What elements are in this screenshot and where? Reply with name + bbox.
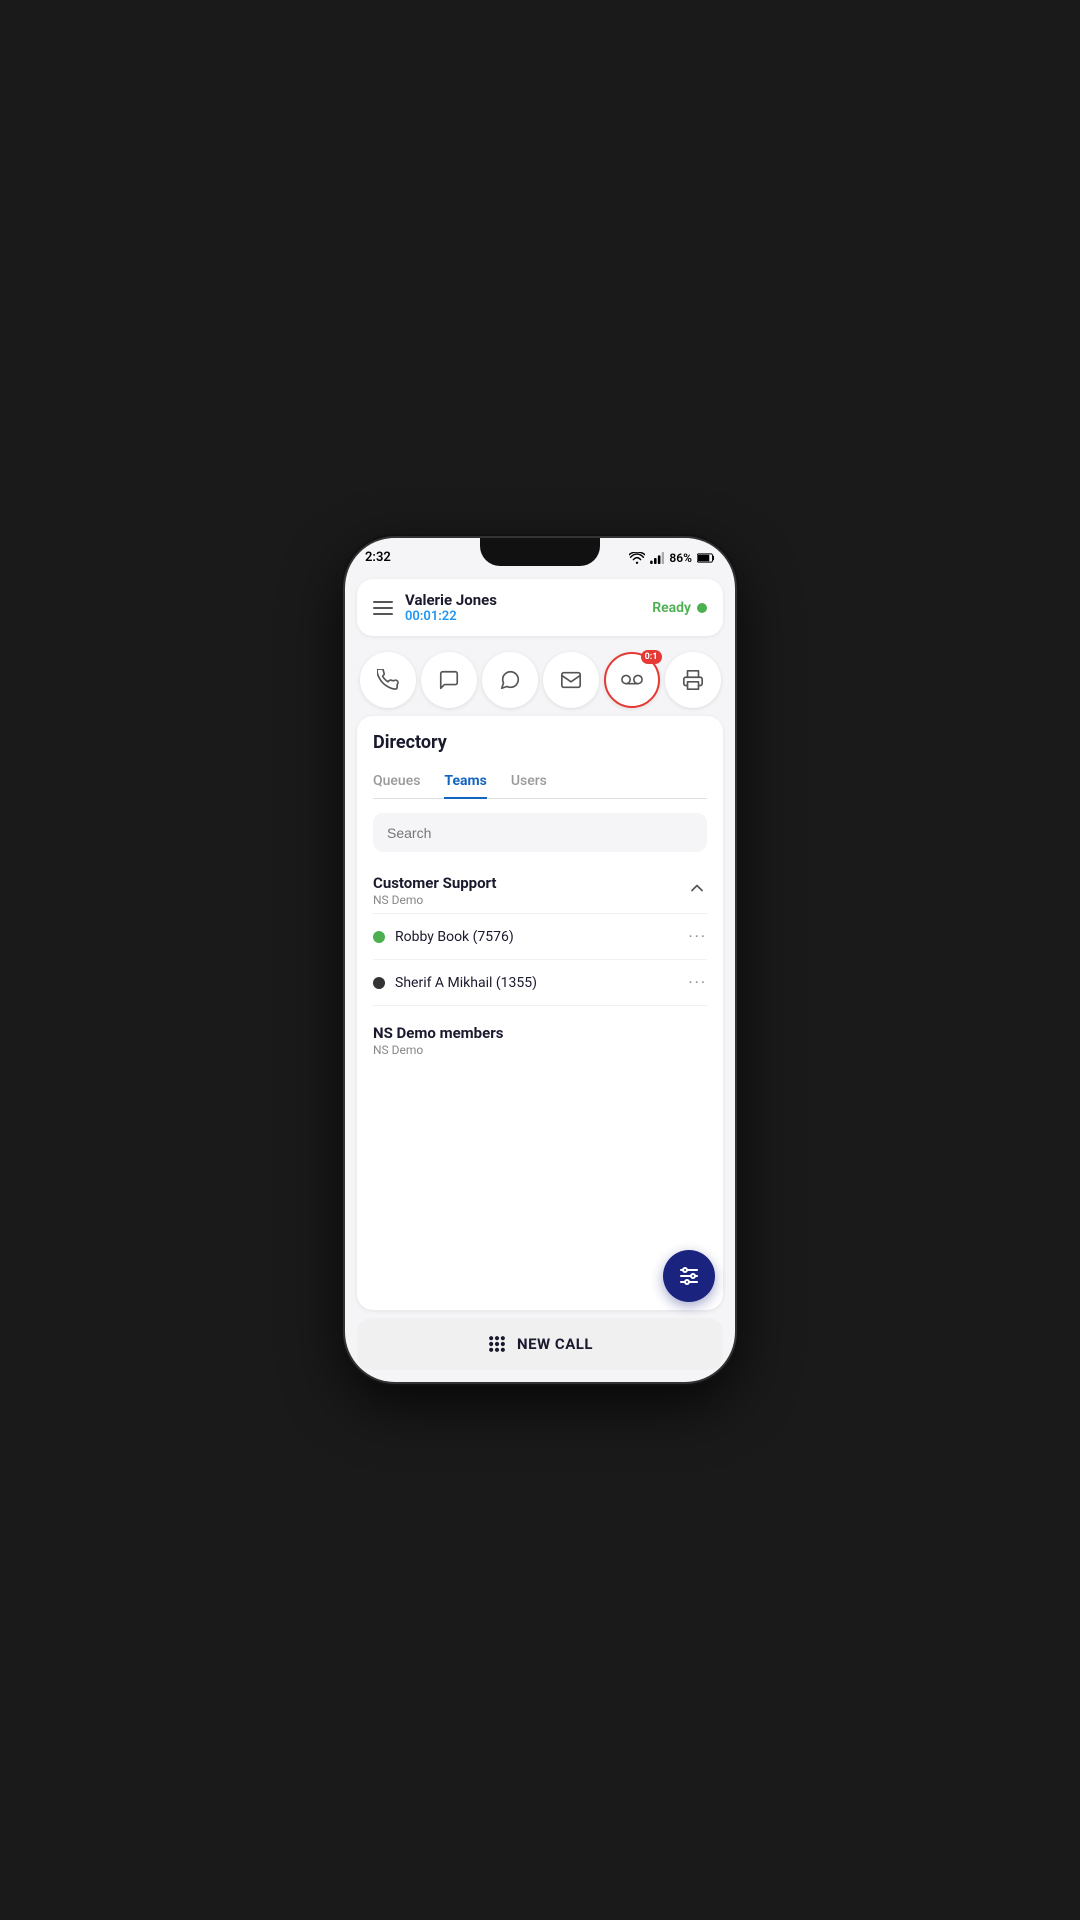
team-group-name: Customer Support bbox=[373, 874, 497, 892]
team-group-sub: NS Demo bbox=[373, 893, 497, 907]
tabs: Queues Teams Users bbox=[373, 765, 707, 799]
tab-queues[interactable]: Queues bbox=[373, 765, 420, 799]
presence-dot-online bbox=[373, 931, 385, 943]
member-item-robby-book[interactable]: Robby Book (7576) ··· bbox=[373, 914, 707, 960]
email-icon bbox=[560, 669, 582, 691]
phone-icon bbox=[377, 669, 399, 691]
header-card: Valerie Jones 00:01:22 Ready bbox=[357, 579, 723, 636]
status-ready-label: Ready bbox=[652, 600, 691, 616]
header-left: Valerie Jones 00:01:22 bbox=[373, 591, 497, 624]
member-left: Sherif A Mikhail (1355) bbox=[373, 975, 537, 991]
team-group-sub: NS Demo bbox=[373, 1043, 503, 1057]
phone-frame: 2:32 86% bbox=[345, 538, 735, 1382]
print-button[interactable] bbox=[665, 652, 721, 708]
agent-info: Valerie Jones 00:01:22 bbox=[405, 591, 497, 624]
member-left: Robby Book (7576) bbox=[373, 929, 514, 945]
header-right: Ready bbox=[652, 600, 707, 616]
search-input[interactable] bbox=[387, 825, 693, 841]
action-icons-row: 0:1 bbox=[345, 644, 735, 716]
signal-icon bbox=[650, 552, 664, 564]
member-list-customer-support: Robby Book (7576) ··· Sherif A Mikhail (… bbox=[373, 913, 707, 1006]
battery-text: 86% bbox=[669, 551, 692, 565]
agent-name: Valerie Jones bbox=[405, 591, 497, 609]
team-group-header-ns-demo[interactable]: NS Demo members NS Demo bbox=[373, 1018, 707, 1063]
new-call-label: NEW CALL bbox=[517, 1335, 593, 1353]
message-button[interactable] bbox=[482, 652, 538, 708]
status-icons: 86% bbox=[629, 551, 715, 565]
phone-screen: 2:32 86% bbox=[345, 538, 735, 1382]
presence-dot-offline bbox=[373, 977, 385, 989]
team-group-name: NS Demo members bbox=[373, 1024, 503, 1042]
member-name: Sherif A Mikhail (1355) bbox=[395, 975, 537, 991]
status-time: 2:32 bbox=[365, 550, 391, 565]
status-indicator-dot bbox=[697, 603, 707, 613]
tab-teams[interactable]: Teams bbox=[444, 765, 486, 799]
team-group-customer-support: Customer Support NS Demo Robby Book (757… bbox=[373, 868, 707, 1006]
directory-section: Directory Queues Teams Users Customer Su… bbox=[357, 716, 723, 1310]
hamburger-menu-button[interactable] bbox=[373, 601, 393, 615]
agent-timer: 00:01:22 bbox=[405, 609, 497, 624]
tab-users[interactable]: Users bbox=[511, 765, 547, 799]
team-group-ns-demo-members: NS Demo members NS Demo bbox=[373, 1018, 707, 1063]
directory-title: Directory bbox=[373, 732, 707, 753]
more-options-icon[interactable]: ··· bbox=[688, 973, 707, 992]
chevron-up-icon bbox=[687, 878, 707, 898]
message-icon bbox=[499, 669, 521, 691]
sliders-icon bbox=[677, 1264, 701, 1288]
new-call-button[interactable]: NEW CALL bbox=[357, 1318, 723, 1370]
wifi-icon bbox=[629, 552, 645, 564]
member-name: Robby Book (7576) bbox=[395, 929, 514, 945]
email-button[interactable] bbox=[543, 652, 599, 708]
notch bbox=[480, 538, 600, 566]
voicemail-icon bbox=[621, 669, 643, 691]
filter-fab-button[interactable] bbox=[663, 1250, 715, 1302]
voicemail-button[interactable]: 0:1 bbox=[604, 652, 660, 708]
battery-icon bbox=[697, 553, 715, 563]
voicemail-badge: 0:1 bbox=[641, 650, 662, 664]
team-group-header-customer-support[interactable]: Customer Support NS Demo bbox=[373, 868, 707, 913]
phone-button[interactable] bbox=[360, 652, 416, 708]
chat-icon bbox=[438, 669, 460, 691]
more-options-icon[interactable]: ··· bbox=[688, 927, 707, 946]
print-icon bbox=[682, 669, 704, 691]
chat-button[interactable] bbox=[421, 652, 477, 708]
search-input-wrapper[interactable] bbox=[373, 813, 707, 852]
dialpad-icon bbox=[487, 1334, 507, 1354]
member-item-sherif-mikhail[interactable]: Sherif A Mikhail (1355) ··· bbox=[373, 960, 707, 1006]
